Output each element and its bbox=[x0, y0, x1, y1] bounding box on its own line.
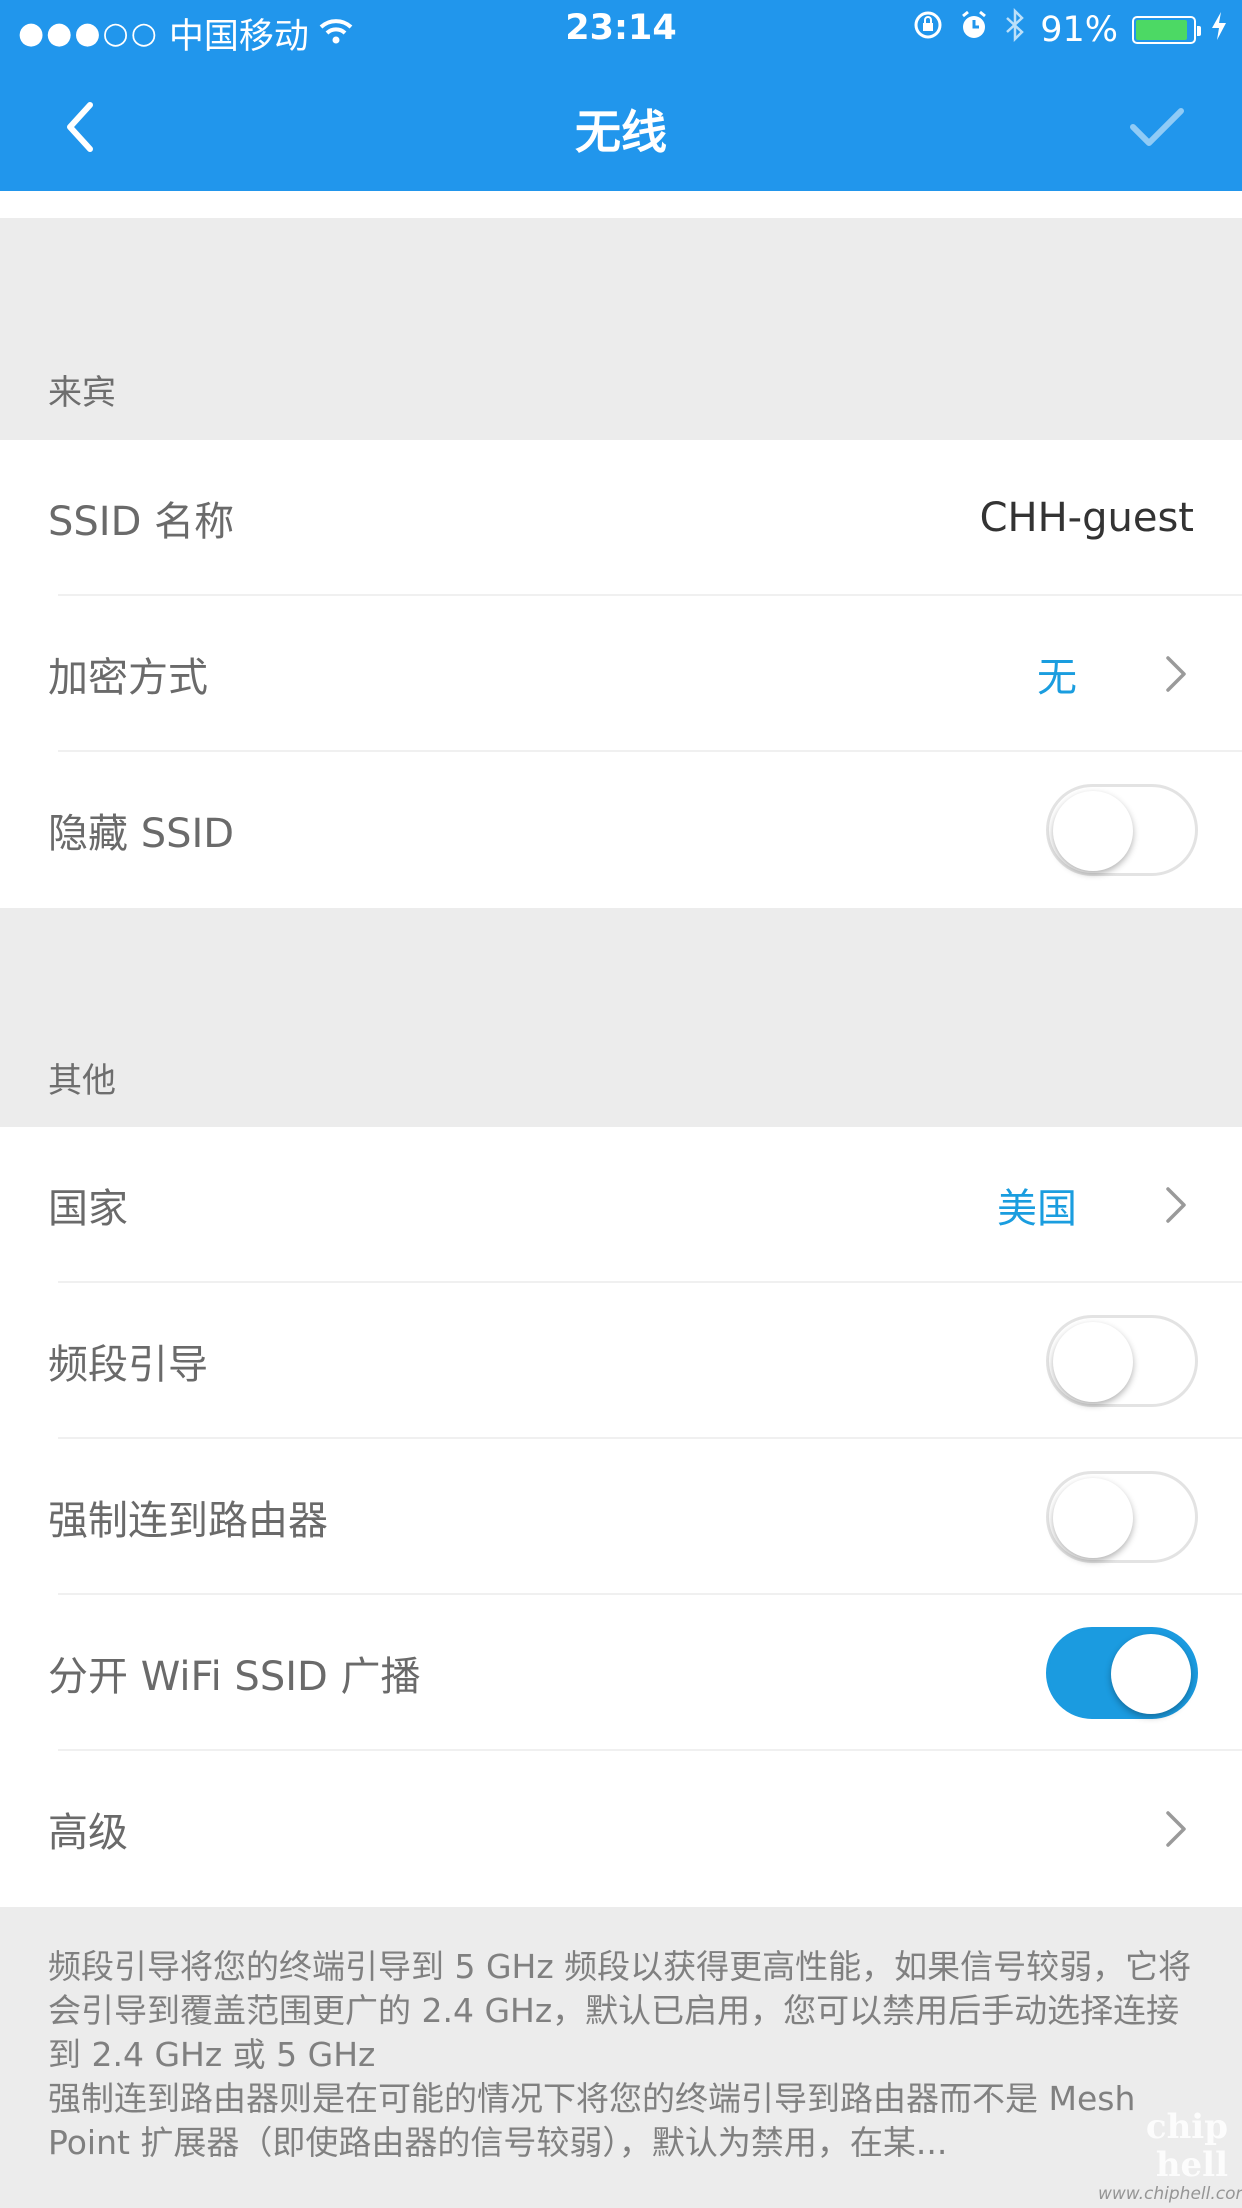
hide-ssid-label: 隐藏 SSID bbox=[48, 811, 235, 857]
rotation-lock-icon bbox=[912, 9, 944, 50]
wireless-settings-screen: ●●●○○ 中国移动 23:14 91% 无线 来宾 SSID 名称 CHH-g… bbox=[0, 0, 1242, 2208]
header-bar: ●●●○○ 中国移动 23:14 91% 无线 bbox=[0, 0, 1242, 191]
section-label-other: 其他 bbox=[48, 1061, 116, 1101]
force-router-toggle[interactable] bbox=[1046, 1471, 1198, 1563]
watermark-logo: chip hell bbox=[1145, 2107, 1228, 2185]
advanced-label: 高级 bbox=[48, 1810, 128, 1856]
bluetooth-icon bbox=[1004, 7, 1026, 51]
help-text: 频段引导将您的终端引导到 5 GHz 频段以获得更高性能，如果信号较弱，它将会引… bbox=[48, 1945, 1208, 2165]
band-steering-label: 频段引导 bbox=[48, 1342, 208, 1388]
guest-settings-group: SSID 名称 CHH-guest 加密方式 无 隐藏 SSID bbox=[0, 440, 1242, 908]
status-right: 91% bbox=[912, 7, 1228, 51]
band-steering-toggle[interactable] bbox=[1046, 1315, 1198, 1407]
toggle-knob bbox=[1053, 1478, 1133, 1558]
encryption-label: 加密方式 bbox=[48, 655, 208, 701]
country-row[interactable]: 国家 美国 bbox=[0, 1127, 1242, 1283]
alarm-icon bbox=[958, 9, 990, 50]
split-ssid-toggle[interactable] bbox=[1046, 1627, 1198, 1719]
encryption-row[interactable]: 加密方式 无 bbox=[0, 596, 1242, 752]
watermark-site: www.chiphell.com bbox=[1098, 2184, 1242, 2204]
split-ssid-label: 分开 WiFi SSID 广播 bbox=[48, 1654, 421, 1700]
chevron-right-icon bbox=[1166, 1187, 1186, 1223]
page-title: 无线 bbox=[575, 105, 667, 159]
watermark: chip hell www.chiphell.com bbox=[1098, 2107, 1242, 2204]
charging-icon bbox=[1210, 10, 1228, 50]
check-icon bbox=[1130, 108, 1184, 146]
chevron-right-icon bbox=[1166, 1811, 1186, 1847]
other-settings-group: 国家 美国 频段引导 强制连到路由器 分开 WiFi SSID 广播 高级 bbox=[0, 1127, 1242, 1907]
top-card-edge bbox=[0, 191, 1242, 218]
help-text-force-router: 强制连到路由器则是在可能的情况下将您的终端引导到路由器而不是 Mesh Poin… bbox=[48, 2079, 1136, 2162]
toggle-knob bbox=[1053, 1322, 1133, 1402]
ssid-name-value[interactable]: CHH-guest bbox=[980, 495, 1194, 541]
country-label: 国家 bbox=[48, 1186, 128, 1232]
battery-icon bbox=[1132, 15, 1201, 44]
force-router-row: 强制连到路由器 bbox=[0, 1439, 1242, 1595]
band-steering-row: 频段引导 bbox=[0, 1283, 1242, 1439]
help-text-band-steering: 频段引导将您的终端引导到 5 GHz 频段以获得更高性能，如果信号较弱，它将会引… bbox=[48, 1947, 1192, 2074]
battery-fill bbox=[1136, 19, 1187, 40]
section-label-guest: 来宾 bbox=[48, 373, 116, 413]
hide-ssid-row: 隐藏 SSID bbox=[0, 752, 1242, 908]
battery-percent: 91% bbox=[1040, 9, 1118, 50]
country-value: 美国 bbox=[997, 1186, 1077, 1232]
force-router-label: 强制连到路由器 bbox=[48, 1498, 328, 1544]
encryption-value: 无 bbox=[1037, 655, 1077, 701]
ssid-name-label: SSID 名称 bbox=[48, 499, 235, 545]
confirm-button[interactable] bbox=[1122, 92, 1192, 162]
status-bar: ●●●○○ 中国移动 23:14 91% bbox=[0, 0, 1242, 62]
toggle-knob bbox=[1111, 1634, 1191, 1714]
hide-ssid-toggle[interactable] bbox=[1046, 784, 1198, 876]
ssid-name-row[interactable]: SSID 名称 CHH-guest bbox=[0, 440, 1242, 596]
chevron-right-icon bbox=[1166, 656, 1186, 692]
toggle-knob bbox=[1053, 791, 1133, 871]
advanced-row[interactable]: 高级 bbox=[0, 1751, 1242, 1907]
split-ssid-row: 分开 WiFi SSID 广播 bbox=[0, 1595, 1242, 1751]
